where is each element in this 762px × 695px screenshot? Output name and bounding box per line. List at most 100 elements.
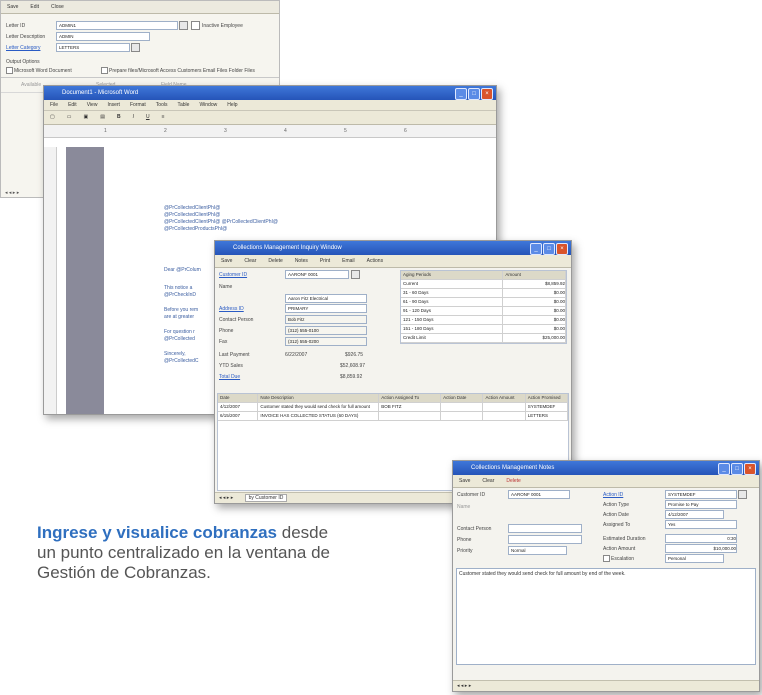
assigned-to-input[interactable]: Yes [665,520,737,529]
clear-button[interactable]: Clear [482,475,494,487]
delete-button[interactable]: Delete [506,475,520,487]
notes-statusbar: ◂ ◂ ▸ ▸ [453,680,759,691]
bold-icon[interactable]: B [117,111,121,124]
action-type-label: Action Type [603,502,630,508]
minimize-icon[interactable]: _ [718,463,730,475]
checkbox-icon[interactable] [101,67,108,74]
clear-button[interactable]: Clear [244,255,256,267]
sort-by-field[interactable]: by Customer ID [244,494,288,502]
checkbox-icon[interactable] [603,555,610,562]
note-textarea[interactable]: Customer stated they would send check fo… [456,568,756,665]
letter-description-input[interactable]: ADMIN [56,32,150,41]
priority-select[interactable]: Normal [508,546,567,555]
address-id-label[interactable]: Address ID [219,306,244,312]
menu-help[interactable]: Help [227,100,237,110]
menu-window[interactable]: Window [199,100,217,110]
grid-cell: INVOICE HAS COLLECTED STATUS (60 DAYS) [258,412,380,420]
table-row[interactable]: 6/15/2007 INVOICE HAS COLLECTED STATUS (… [218,412,569,421]
grid-header[interactable]: Action Promised [526,394,569,402]
aging-period: 31 - 60 Days [401,289,504,297]
menu-insert[interactable]: Insert [107,100,120,110]
total-due-label[interactable]: Total Due [219,374,240,380]
save-menu[interactable]: Save [7,1,18,13]
close-icon[interactable]: × [556,243,568,255]
aging-amount: $0.00 [503,325,566,333]
grid-header[interactable]: Action Date [441,394,484,402]
menu-tools[interactable]: Tools [156,100,168,110]
letter-id-input[interactable]: ADMIN1 [56,21,178,30]
grid-header[interactable]: Action Assigned To [379,394,442,402]
letter-description-label: Letter Description [6,34,46,40]
lookup-icon[interactable] [351,270,360,279]
output-options-label: Output Options [6,59,40,65]
name-input[interactable]: Aaron Fitz Electrical [285,294,367,303]
record-nav[interactable]: ◂ ◂ ▸ ▸ [457,683,471,689]
maximize-icon[interactable]: □ [543,243,555,255]
email-button[interactable]: Email [342,255,355,267]
ytd-sales-label: YTD Sales [219,363,243,369]
print-button[interactable]: Print [320,255,330,267]
estimated-duration-input[interactable]: 0:30 [665,534,737,543]
action-date-input[interactable]: 4/12/2007 [665,510,724,519]
actions-button[interactable]: Actions [367,255,383,267]
close-icon[interactable]: × [744,463,756,475]
new-icon[interactable]: ▢ [50,111,55,124]
menu-table[interactable]: Table [177,100,189,110]
customer-id-input[interactable]: AARONF 0001 [508,490,570,499]
lookup-icon[interactable] [179,21,188,30]
customer-id-input[interactable]: AARONF 0001 [285,270,349,279]
lookup-icon[interactable] [738,490,747,499]
ruler: 123456 [44,125,496,138]
customer-id-label[interactable]: Customer ID [219,272,247,278]
delete-button[interactable]: Delete [268,255,282,267]
maximize-icon[interactable]: □ [468,88,480,100]
close-icon[interactable]: × [481,88,493,100]
merge-field: @PrCollectedClientPhI@ [164,212,221,218]
grid-header[interactable]: Date [218,394,259,402]
align-icon[interactable]: ≡ [162,111,165,124]
save-button[interactable]: Save [221,255,232,267]
minimize-icon[interactable]: _ [455,88,467,100]
ytd-sales-value: $52,608.97 [340,363,366,369]
page-margin [66,147,104,414]
save-button[interactable]: Save [459,475,470,487]
lookup-icon[interactable] [131,43,140,52]
open-icon[interactable]: ▭ [67,111,72,124]
save-icon[interactable]: ▣ [83,111,88,124]
action-type-select[interactable]: Promise to Pay [665,500,737,509]
menu-edit[interactable]: Edit [68,100,77,110]
action-amount-input[interactable]: $10,000.00 [665,544,737,553]
grid-header[interactable]: Note Description [258,394,380,402]
action-id-input[interactable]: SYSTEMDEF [665,490,737,499]
print-icon[interactable]: ▤ [100,111,105,124]
grid-header[interactable]: Action Amount [483,394,526,402]
close-menu[interactable]: Close [51,1,64,13]
maximize-icon[interactable]: □ [731,463,743,475]
notes-title: Collections Management Notes [471,465,555,471]
minimize-icon[interactable]: _ [530,243,542,255]
underline-icon[interactable]: U [146,111,150,124]
phone-input[interactable] [508,535,582,544]
menu-file[interactable]: File [50,100,58,110]
checkbox-icon[interactable] [6,67,13,74]
record-nav[interactable]: ◂ ◂ ▸ ▸ [5,190,19,196]
aging-amount: $8,859.92 [503,280,566,288]
edit-menu[interactable]: Edit [30,1,39,13]
menu-format[interactable]: Format [130,100,146,110]
letter-toolbar: Save Edit Close [1,1,279,14]
notes-button[interactable]: Notes [295,255,308,267]
letter-category-label[interactable]: Letter Category [6,45,40,51]
contact-person-input[interactable] [508,524,582,533]
menu-view[interactable]: View [87,100,98,110]
table-row[interactable]: 4/12/2007 Customer stated they would sen… [218,403,569,412]
checkbox-icon[interactable] [191,21,200,30]
action-id-label[interactable]: Action ID [603,492,623,498]
address-id-input[interactable]: PRIMARY [285,304,367,313]
vertical-ruler [44,147,57,414]
record-nav[interactable]: ◂ ◂ ▸ ▸ [219,495,233,501]
contact-person-label: Contact Person [457,526,492,532]
italic-icon[interactable]: I [133,111,134,124]
escalation-select[interactable]: Personal [665,554,724,563]
notes-window: Collections Management Notes _ □ × Save Cl… [452,460,760,692]
letter-category-input[interactable]: LETTERS [56,43,130,52]
